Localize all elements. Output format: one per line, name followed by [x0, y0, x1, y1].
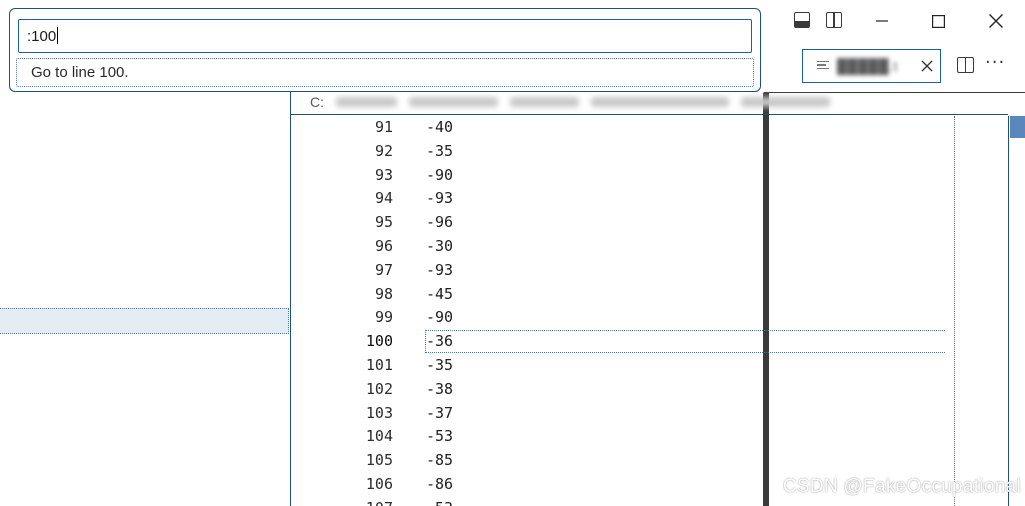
- file-lines-icon: [817, 61, 829, 71]
- line-number: 91: [374, 118, 393, 136]
- line-number: 93: [374, 165, 393, 184]
- maximize-button[interactable]: [915, 0, 961, 42]
- editor-tab[interactable]: █████.t: [802, 49, 941, 83]
- breadcrumb-obscured: [509, 97, 580, 107]
- layout-panel-icon[interactable]: [794, 12, 810, 28]
- code-line[interactable]: 95 -96: [291, 211, 1008, 235]
- code-line[interactable]: 99 -90: [291, 306, 1008, 330]
- code-editor[interactable]: 91 -40 92 -35 93 -90 94 -93 95 -96 96 -30 97 -93 98 -45…: [291, 116, 1008, 506]
- line-text[interactable]: -53: [426, 425, 453, 449]
- ellipsis-icon[interactable]: ···: [985, 52, 1005, 73]
- code-line[interactable]: 97 -93: [291, 259, 1008, 283]
- line-text[interactable]: -35: [426, 354, 453, 378]
- code-line[interactable]: 105 -85: [291, 449, 1008, 473]
- line-text[interactable]: -38: [426, 378, 453, 402]
- line-text[interactable]: -90: [426, 306, 453, 330]
- line-text[interactable]: -53: [426, 497, 453, 506]
- vscode-window: █████.t ··· C: 91 -40 92 -35 93 -90 94 -93 95 -96…: [0, 0, 1025, 506]
- code-line[interactable]: 98 -45: [291, 283, 1008, 307]
- quick-input-result[interactable]: Go to line 100.: [16, 58, 754, 87]
- line-number: 96: [374, 236, 393, 255]
- line-text[interactable]: -40: [426, 116, 453, 140]
- line-number: 107: [291, 497, 393, 506]
- scrollbar-thumb[interactable]: [1010, 116, 1025, 138]
- line-text[interactable]: -85: [426, 449, 453, 473]
- line-number: 99: [374, 308, 393, 327]
- split-editor-icon[interactable]: [957, 57, 974, 73]
- code-line[interactable]: 102 -38: [291, 378, 1008, 402]
- breadcrumb-obscured: [336, 97, 398, 107]
- line-text[interactable]: -36: [426, 330, 453, 354]
- layout-split-icon[interactable]: [826, 12, 842, 28]
- sidebar-selected-item[interactable]: [0, 308, 289, 334]
- close-icon: [989, 14, 1003, 28]
- tab-close-button[interactable]: [919, 58, 935, 74]
- breadcrumb: C:: [310, 90, 831, 114]
- close-icon: [921, 60, 933, 72]
- line-number: 104: [365, 427, 393, 446]
- line-number: 101: [365, 355, 393, 374]
- line-text[interactable]: -37: [426, 402, 453, 426]
- line-number: 103: [365, 403, 393, 422]
- line-text[interactable]: -30: [426, 235, 453, 259]
- breadcrumb-obscured: [591, 97, 730, 107]
- code-line[interactable]: 96 -30: [291, 235, 1008, 259]
- breadcrumb-obscured: [409, 97, 498, 107]
- line-text[interactable]: -96: [426, 211, 453, 235]
- minimize-button[interactable]: [859, 0, 905, 42]
- code-line[interactable]: 100 -36: [291, 330, 1008, 354]
- explorer-sidebar: [0, 92, 291, 506]
- minimize-icon: [876, 20, 888, 22]
- code-line[interactable]: 103 -37: [291, 402, 1008, 426]
- line-number: 100: [365, 332, 393, 351]
- code-line[interactable]: 92 -35: [291, 140, 1008, 164]
- code-line[interactable]: 101 -35: [291, 354, 1008, 378]
- line-number: 92: [374, 141, 393, 160]
- line-number: 97: [374, 260, 393, 279]
- text-caret: [57, 27, 59, 44]
- breadcrumb-drive[interactable]: C:: [310, 94, 324, 110]
- maximize-icon: [931, 14, 945, 28]
- code-line[interactable]: 93 -90: [291, 164, 1008, 188]
- code-line[interactable]: 91 -40: [291, 116, 1008, 140]
- line-number: 105: [365, 451, 393, 470]
- editor-ruler: [954, 116, 956, 506]
- line-number: 102: [365, 379, 393, 398]
- line-text[interactable]: -35: [426, 140, 453, 164]
- line-number: 98: [374, 284, 393, 303]
- code-line[interactable]: 107 -53: [291, 497, 1008, 506]
- close-window-button[interactable]: [973, 0, 1019, 42]
- titlebar-controls: [755, 0, 1025, 506]
- line-text[interactable]: -93: [426, 187, 453, 211]
- line-number: 106: [365, 474, 393, 493]
- code-line[interactable]: 104 -53: [291, 425, 1008, 449]
- line-number: 95: [374, 213, 393, 232]
- line-text[interactable]: -93: [426, 259, 453, 283]
- code-line[interactable]: 94 -93: [291, 187, 1008, 211]
- breadcrumb-obscured: [741, 97, 831, 107]
- vertical-scrollbar[interactable]: [1008, 116, 1025, 506]
- editor-divider: [291, 114, 1008, 115]
- line-text[interactable]: -45: [426, 283, 453, 307]
- quick-input-value: :100: [27, 28, 57, 45]
- line-text[interactable]: -90: [426, 164, 453, 188]
- quick-input-field[interactable]: :100: [18, 19, 752, 53]
- tab-label-obscured: █████.t: [837, 58, 898, 74]
- quick-input-widget: :100 Go to line 100.: [9, 8, 761, 92]
- line-text[interactable]: -86: [426, 473, 453, 497]
- watermark: CSDN @FakeOccupational: [782, 476, 1021, 497]
- line-number: 94: [374, 189, 393, 208]
